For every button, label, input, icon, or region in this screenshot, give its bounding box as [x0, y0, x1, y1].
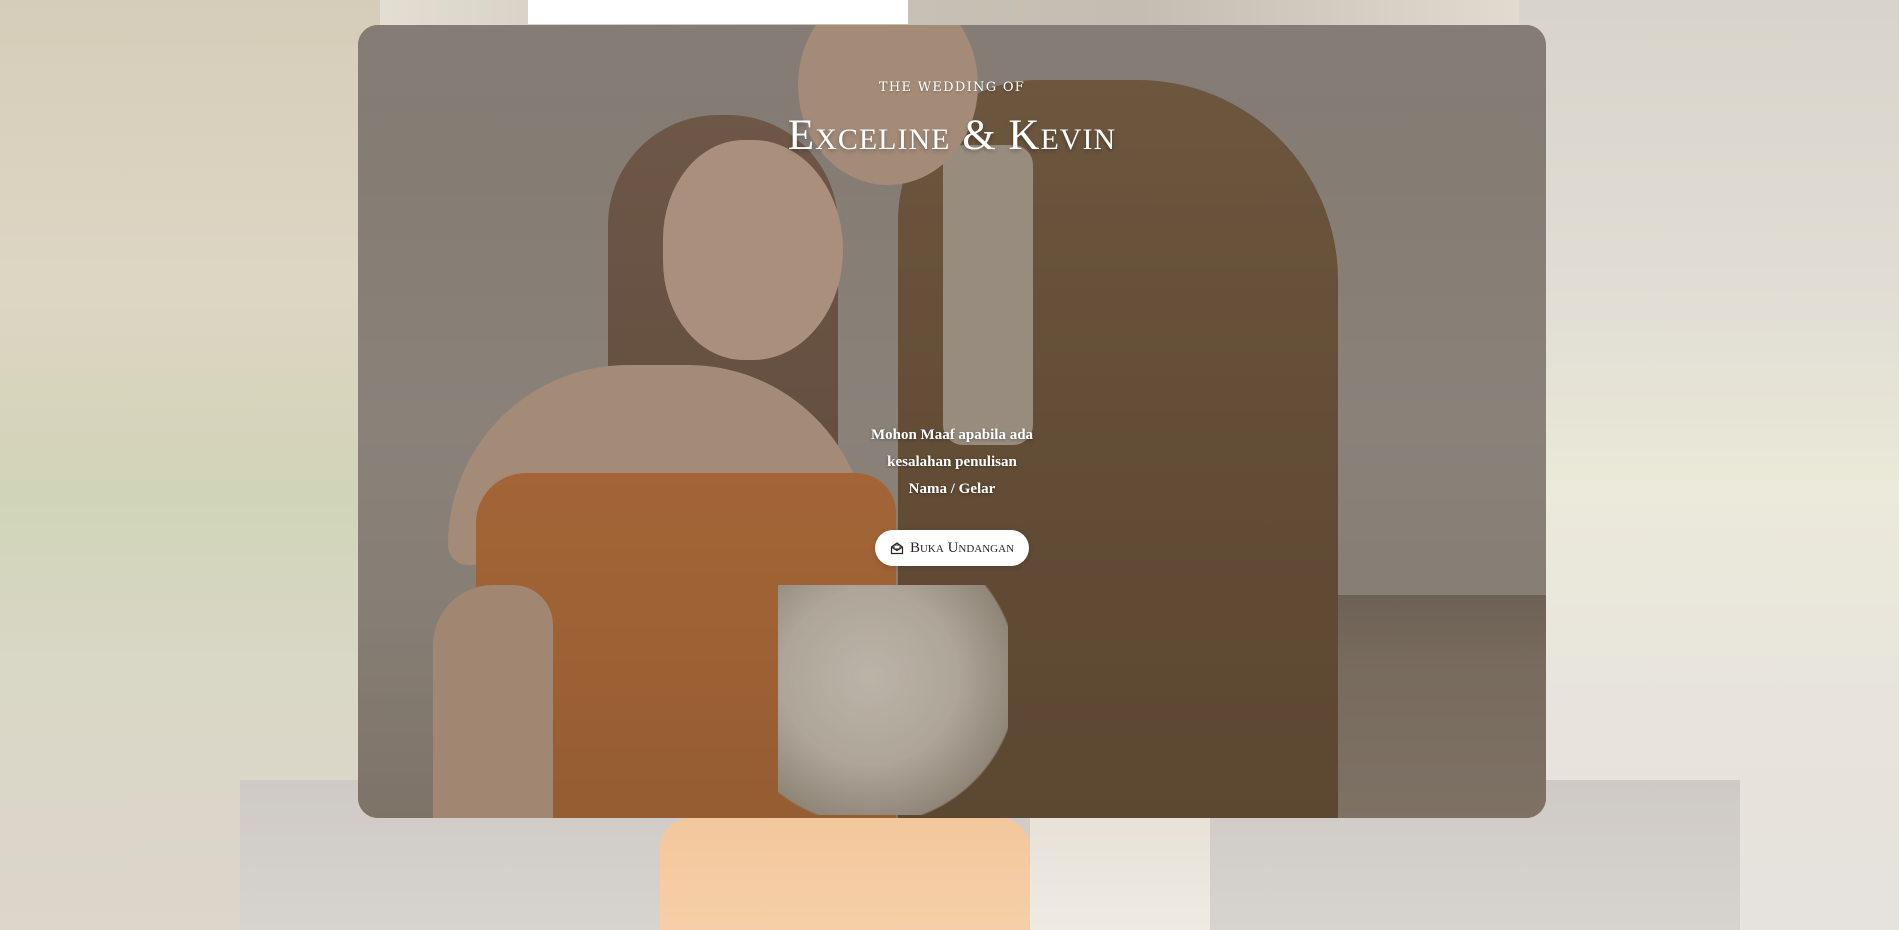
background-dress — [660, 818, 1030, 930]
open-invitation-label: Buka Undangan — [909, 539, 1015, 556]
background-cliff-right — [1519, 0, 1899, 520]
envelope-open-icon — [890, 541, 904, 555]
cover-content: THE WEDDING OF Exceline & Kevin Mohon Ma… — [358, 25, 1546, 818]
note-line: Nama / Gelar — [908, 481, 996, 497]
couple-names: Exceline & Kevin — [787, 112, 1117, 159]
name-apology-note: Mohon Maaf apabila ada kesalahan penulis… — [358, 422, 1546, 503]
wedding-invitation-page: THE WEDDING OF Exceline & Kevin Mohon Ma… — [0, 0, 1899, 930]
note-line: Mohon Maaf apabila ada — [870, 427, 1034, 443]
open-invitation-button[interactable]: Buka Undangan — [875, 530, 1029, 566]
background-pants — [1030, 818, 1210, 930]
background-cliff-left — [0, 0, 380, 560]
note-line: kesalahan penulisan — [887, 454, 1017, 470]
background-top-strip — [528, 0, 908, 24]
wedding-kicker: THE WEDDING OF — [878, 80, 1026, 95]
cover-card: THE WEDDING OF Exceline & Kevin Mohon Ma… — [358, 25, 1546, 818]
